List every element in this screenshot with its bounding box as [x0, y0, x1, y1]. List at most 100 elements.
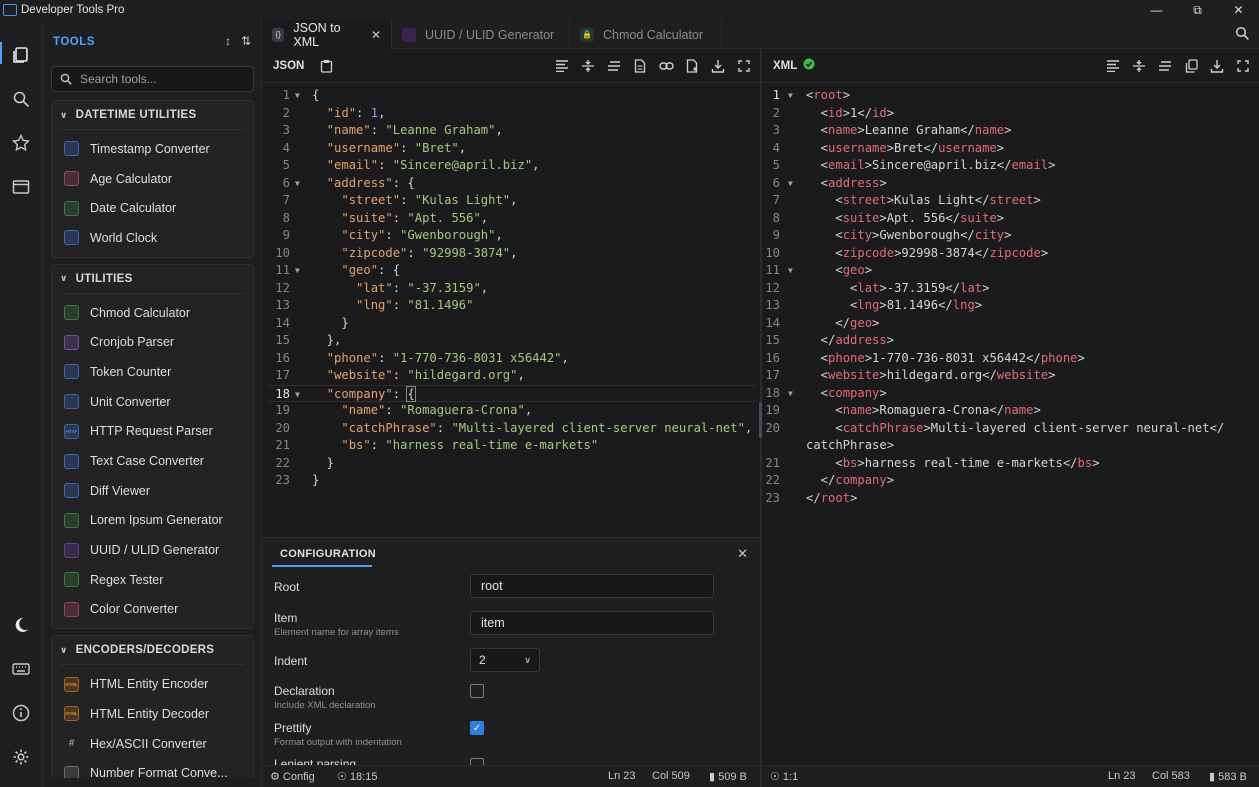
sidebar-item[interactable]: Age Calculator	[52, 164, 253, 194]
fold-arrow-icon[interactable]: ▼	[295, 87, 300, 105]
search-icon	[64, 572, 79, 588]
sidebar-item[interactable]: Cronjob Parser	[52, 327, 253, 357]
root-input[interactable]	[470, 574, 714, 598]
line-number: 21	[765, 455, 780, 470]
sidebar-item[interactable]: World Clock	[52, 223, 253, 253]
format-icon[interactable]	[606, 58, 622, 74]
download-icon[interactable]	[710, 58, 726, 74]
tool-search[interactable]	[51, 66, 254, 92]
http-icon: HTTP	[64, 423, 79, 439]
compress-icon[interactable]	[580, 58, 596, 74]
sidebar-item-label: Text Case Converter	[90, 454, 204, 469]
code-text: catchPhrase>	[806, 438, 895, 452]
code-line: 3 "name": "Leanne Graham",	[268, 122, 756, 140]
lenient-checkbox[interactable]	[470, 758, 484, 765]
sidebar-item[interactable]: Text Case Converter	[52, 446, 253, 476]
sidebar-item[interactable]: Number Format Conve...	[52, 758, 253, 778]
fold-arrow-icon[interactable]: ▼	[788, 262, 793, 280]
indent-select[interactable]: 2 ∨	[470, 648, 540, 672]
copy-icon[interactable]	[1183, 58, 1199, 74]
calendar-icon	[64, 171, 79, 187]
code-text: "username": "Bret",	[326, 140, 467, 155]
search-input[interactable]	[80, 72, 240, 86]
star-icon[interactable]	[10, 132, 32, 154]
line-number: 6	[772, 175, 780, 190]
sidebar-item[interactable]: Unit Converter	[52, 387, 253, 417]
close-window-button[interactable]: ✕	[1218, 0, 1259, 20]
sidebar-item[interactable]: Color Converter	[52, 595, 253, 625]
gear-icon[interactable]	[10, 746, 32, 768]
sidebar-item[interactable]: Chmod Calculator	[52, 298, 253, 328]
align-left-icon[interactable]	[1105, 58, 1121, 74]
code-line: 13 "lng": "81.1496"	[268, 297, 756, 315]
clipboard-icon[interactable]	[318, 58, 334, 74]
close-tab-icon[interactable]: ✕	[371, 28, 381, 42]
align-left-icon[interactable]	[554, 58, 570, 74]
code-line: 16 "phone": "1-770-736-8031 x56442",	[268, 350, 756, 368]
tools-icon[interactable]	[10, 44, 32, 66]
fold-arrow-icon[interactable]: ▼	[295, 262, 300, 280]
collapse-all-icon[interactable]: ⇅	[241, 34, 251, 48]
json-editor[interactable]: 1 ▼{2 "id": 1, 3 "name": "Leanne Graham", 4…	[268, 87, 756, 490]
tab-json-to-xml[interactable]: {} JSON to XML ✕	[262, 20, 392, 49]
keyboard-icon[interactable]	[10, 658, 32, 680]
section-header[interactable]: ∨ UTILITIES	[52, 265, 253, 293]
sidebar-item-label: Color Converter	[90, 602, 179, 617]
sidebar-item[interactable]: Timestamp Converter	[52, 134, 253, 164]
search-icon[interactable]	[10, 88, 32, 110]
line-number: 23	[765, 490, 780, 505]
prettify-checkbox[interactable]: ✓	[470, 721, 484, 735]
section-header[interactable]: ∨ DATETIME UTILITIES	[52, 101, 253, 129]
sidebar-item[interactable]: HTML HTML Entity Encoder	[52, 669, 253, 699]
search-icon[interactable]	[1235, 26, 1249, 43]
download-icon[interactable]	[1209, 58, 1225, 74]
sidebar-item[interactable]: Lorem Ipsum Generator	[52, 506, 253, 536]
document-icon[interactable]	[632, 58, 648, 74]
fullscreen-icon[interactable]	[1235, 58, 1251, 74]
fold-arrow-icon[interactable]: ▼	[788, 87, 793, 105]
new-file-icon[interactable]	[684, 58, 700, 74]
section-header[interactable]: ∨ ENCODERS/DECODERS	[52, 636, 253, 664]
sidebar-item[interactable]: Regex Tester	[52, 565, 253, 595]
fold-arrow-icon[interactable]: ▼	[788, 175, 793, 193]
sidebar-item[interactable]: # Hex/ASCII Converter	[52, 729, 253, 759]
restore-button[interactable]: ⧉	[1177, 0, 1218, 20]
declaration-checkbox[interactable]	[470, 684, 484, 698]
item-input[interactable]	[470, 611, 714, 635]
info-icon[interactable]	[10, 702, 32, 724]
fold-arrow-icon[interactable]: ▼	[788, 385, 793, 403]
configuration-tab[interactable]: CONFIGURATION	[280, 548, 376, 560]
close-config-icon[interactable]: ✕	[737, 546, 748, 562]
code-line: 19 "name": "Romaguera-Crona",	[268, 402, 756, 420]
code-text: "id": 1,	[326, 105, 386, 120]
expand-collapse-icon[interactable]: ↕	[225, 34, 231, 48]
sidebar-item[interactable]: Diff Viewer	[52, 476, 253, 506]
minimize-button[interactable]: —	[1136, 0, 1177, 20]
fullscreen-icon[interactable]	[736, 58, 752, 74]
code-text: }	[312, 315, 349, 330]
html-icon: HTML	[64, 706, 79, 722]
moon-icon[interactable]	[10, 614, 32, 636]
format-icon[interactable]	[1157, 58, 1173, 74]
line-number: 4	[282, 140, 290, 155]
sidebar-item[interactable]: HTTP HTTP Request Parser	[52, 417, 253, 447]
line-number: 17	[765, 368, 780, 382]
position-status: ☉ 1:1	[770, 771, 799, 783]
tab-chmod-calculator[interactable]: 🔒 Chmod Calculator	[570, 20, 722, 49]
code-text: </geo>	[806, 315, 880, 330]
compress-icon[interactable]	[1131, 58, 1147, 74]
tab-uuid-ulid-generator[interactable]: UUID / ULID Generator	[392, 20, 570, 49]
code-line: 16 <phone>1-770-736-8031 x56442</phone>	[762, 350, 1252, 368]
sidebar-item[interactable]: UUID / ULID Generator	[52, 535, 253, 565]
fold-arrow-icon[interactable]: ▼	[295, 175, 300, 193]
line-number: 16	[275, 350, 290, 365]
window-icon[interactable]	[10, 176, 32, 198]
fold-arrow-icon[interactable]: ▼	[295, 386, 300, 404]
sidebar-item[interactable]: Date Calculator	[52, 193, 253, 223]
code-text: "suite": "Apt. 556",	[341, 210, 489, 225]
xml-output[interactable]: 1 ▼ <root> 2 <id>1</id> 3 <name>Leanne Graha…	[762, 87, 1252, 507]
link-icon[interactable]	[658, 58, 674, 74]
sidebar-item[interactable]: HTML HTML Entity Decoder	[52, 699, 253, 729]
sidebar-item[interactable]: Token Counter	[52, 357, 253, 387]
config-toggle[interactable]: ⚙ Config	[270, 770, 315, 783]
